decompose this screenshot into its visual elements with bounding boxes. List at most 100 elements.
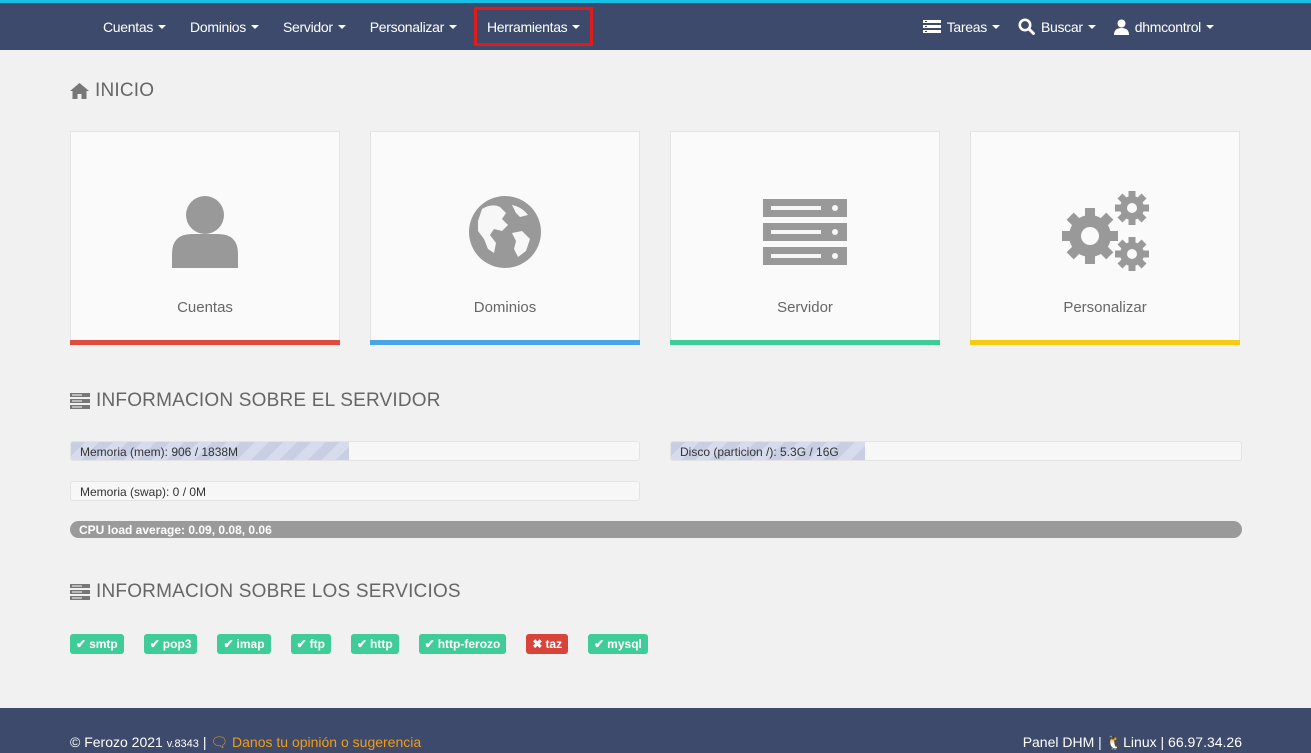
service-name: pop3: [162, 637, 192, 651]
caret-down-icon: [1087, 24, 1096, 29]
menu-cuentas-label: Cuentas: [103, 18, 154, 35]
menu-dominios[interactable]: Dominios: [178, 3, 271, 50]
search-menu[interactable]: Buscar: [1009, 3, 1105, 50]
globe-icon: [371, 187, 639, 277]
tasks-icon: [922, 19, 941, 34]
cpu-load-label: CPU load average: 0.09, 0.08, 0.06: [79, 523, 272, 537]
username-label: dhmcontrol: [1134, 18, 1202, 35]
tile-dominios-accent: [370, 340, 640, 345]
tile-personalizar-label: Personalizar: [1063, 299, 1147, 316]
menu-personalizar[interactable]: Personalizar: [358, 3, 469, 50]
separator: |: [1160, 734, 1169, 750]
services-info-title-text: INFORMACION SOBRE LOS SERVICIOS: [96, 581, 461, 602]
menu-cuentas[interactable]: Cuentas: [91, 3, 178, 50]
tile-cuentas[interactable]: Cuentas: [70, 131, 340, 345]
memory-meter-label: Memoria (mem): 906 / 1838M: [80, 445, 239, 459]
feedback-link[interactable]: 🗨 Danos tu opinión o sugerencia: [210, 734, 421, 750]
services-info-title: INFORMACION SOBRE LOS SERVICIOS: [70, 581, 461, 603]
menu-dominios-label: Dominios: [190, 18, 246, 35]
tile-dominios[interactable]: Dominios: [370, 131, 640, 345]
tile-servidor[interactable]: Servidor: [670, 131, 940, 345]
menu-personalizar-label: Personalizar: [369, 18, 445, 35]
tile-dominios-label: Dominios: [473, 299, 537, 316]
service-name: http-ferozo: [437, 637, 501, 651]
service-name: ftp: [309, 637, 325, 651]
gears-icon: [971, 187, 1239, 277]
memory-meter: Memoria (mem): 906 / 1838M: [70, 441, 640, 461]
caret-down-icon: [991, 24, 1000, 29]
service-badge-pop3: ✔ pop3: [143, 634, 198, 654]
caret-down-icon: [337, 24, 346, 29]
home-title-text: INICIO: [95, 80, 155, 101]
service-name: imap: [236, 637, 265, 651]
linux-icon: 🐧: [1105, 734, 1124, 750]
menu-herramientas-label: Herramientas: [486, 18, 568, 35]
tile-cuentas-label: Cuentas: [177, 299, 233, 316]
services-list: ✔ smtp ✔ pop3 ✔ imap ✔ ftp ✔ http ✔ http-ferozo ✖ taz…: [70, 634, 668, 654]
service-badge-http-ferozo: ✔ http-ferozo: [418, 634, 507, 654]
disk-meter-label: Disco (particion /): 5.3G / 16G: [680, 445, 839, 459]
menu-servidor-label: Servidor: [283, 18, 333, 35]
tile-servidor-accent: [670, 340, 940, 345]
check-icon: ✔: [424, 637, 435, 651]
footer-left: © Ferozo 2021 v.8343 | 🗨 Danos tu opinió…: [70, 734, 421, 751]
tile-personalizar-accent: [970, 340, 1240, 345]
panel-name: Panel DHM: [1022, 734, 1095, 750]
os-name: Linux: [1123, 734, 1157, 750]
swap-meter-label: Memoria (swap): 0 / 0M: [80, 485, 207, 499]
user-menu: Tareas Buscar dhmcontrol: [914, 3, 1223, 50]
separator: |: [1098, 734, 1106, 750]
copyright-text: © Ferozo 2021: [70, 734, 163, 750]
menu-herramientas[interactable]: Herramientas: [471, 4, 596, 49]
service-badge-taz: ✖ taz: [526, 634, 569, 654]
search-label: Buscar: [1040, 18, 1083, 35]
check-icon: ✔: [594, 637, 605, 651]
service-name: http: [370, 637, 393, 651]
tasks-label: Tareas: [946, 18, 988, 35]
swap-meter: Memoria (swap): 0 / 0M: [70, 481, 640, 501]
tile-servidor-label: Servidor: [777, 299, 833, 316]
disk-meter: Disco (particion /): 5.3G / 16G: [670, 441, 1242, 461]
check-icon: ✔: [356, 637, 367, 651]
account-menu[interactable]: dhmcontrol: [1105, 3, 1223, 50]
search-icon: [1018, 18, 1035, 35]
server-info-title-text: INFORMACION SOBRE EL SERVIDOR: [96, 390, 441, 411]
service-badge-smtp: ✔ smtp: [70, 634, 124, 654]
server-icon: [671, 187, 939, 277]
service-badge-mysql: ✔ mysql: [588, 634, 648, 654]
check-icon: ✔: [296, 637, 307, 651]
feedback-link-label: Danos tu opinión o sugerencia: [232, 734, 422, 750]
footer-right: Panel DHM | 🐧Linux | 66.97.34.26: [1023, 734, 1242, 751]
top-navbar: Cuentas Dominios Servidor Personalizar H…: [0, 0, 1311, 50]
version-text: v.8343: [166, 738, 199, 750]
service-name: taz: [545, 637, 563, 651]
close-icon: ✖: [532, 637, 543, 651]
user-icon: [71, 187, 339, 277]
service-badge-ftp: ✔ ftp: [290, 634, 331, 654]
server-icon: [70, 584, 90, 600]
server-info-title: INFORMACION SOBRE EL SERVIDOR: [70, 390, 441, 412]
service-badge-http: ✔ http: [350, 634, 399, 654]
tile-personalizar[interactable]: Personalizar: [970, 131, 1240, 345]
tile-cuentas-accent: [70, 340, 340, 345]
comments-icon: 🗨: [210, 734, 229, 750]
tasks-menu[interactable]: Tareas: [914, 3, 1009, 50]
home-title: INICIO: [70, 80, 154, 102]
check-icon: ✔: [223, 637, 234, 651]
server-icon: [70, 393, 90, 409]
service-name: smtp: [89, 637, 118, 651]
main-menu: Cuentas Dominios Servidor Personalizar H…: [91, 3, 596, 50]
service-name: mysql: [607, 637, 642, 651]
caret-down-icon: [251, 24, 259, 29]
footer: © Ferozo 2021 v.8343 | 🗨 Danos tu opinió…: [0, 708, 1311, 753]
check-icon: ✔: [76, 637, 87, 651]
caret-down-icon: [158, 24, 167, 29]
caret-down-icon: [448, 24, 457, 29]
caret-down-icon: [572, 24, 581, 29]
check-icon: ✔: [149, 637, 160, 651]
cpu-load-bar: CPU load average: 0.09, 0.08, 0.06: [70, 521, 1242, 538]
server-ip: 66.97.34.26: [1168, 734, 1242, 750]
user-icon: [1113, 19, 1129, 35]
service-badge-imap: ✔ imap: [217, 634, 271, 654]
menu-servidor[interactable]: Servidor: [271, 3, 358, 50]
